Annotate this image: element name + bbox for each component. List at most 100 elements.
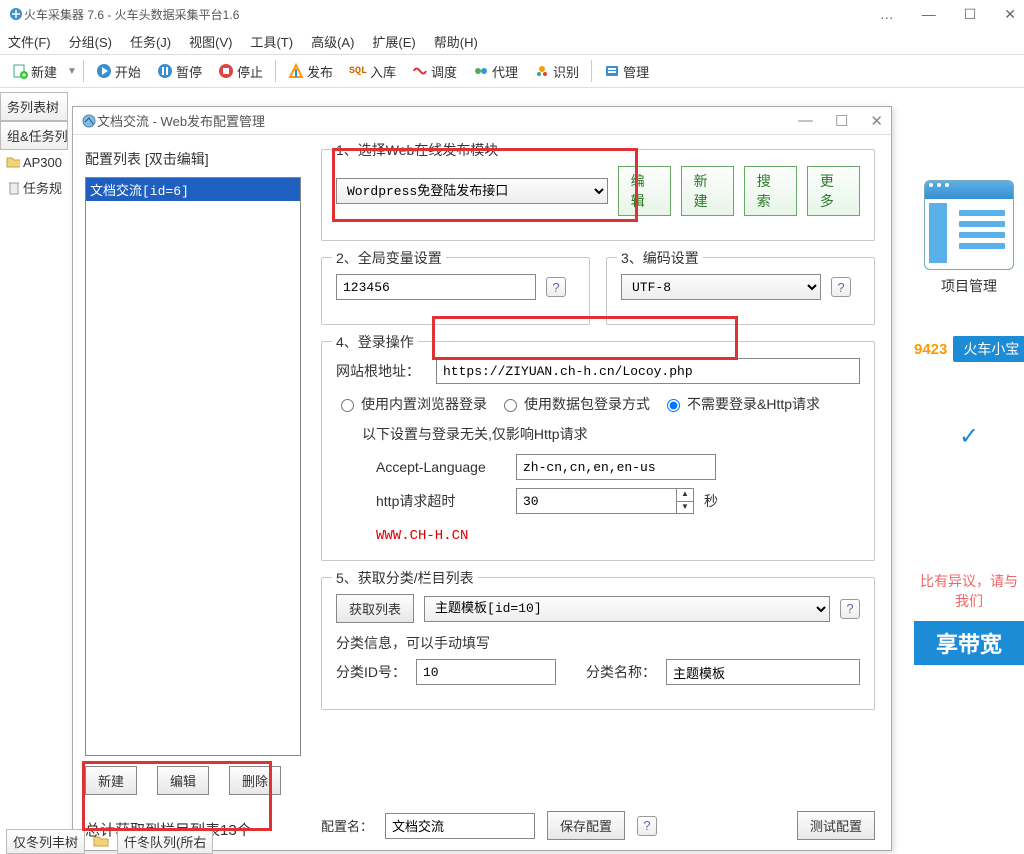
tb-schedule[interactable]: 调度 <box>406 59 463 84</box>
new-icon <box>12 63 28 79</box>
accept-lang-input[interactable] <box>516 454 716 480</box>
left-del-button[interactable]: 删除 <box>229 766 281 795</box>
dialog: 文档交流 - Web发布配置管理 — ☐ ✕ 配置列表 [双击编辑] 文档交流[… <box>72 106 892 851</box>
tb-manage[interactable]: 管理 <box>598 59 655 84</box>
menu-advanced[interactable]: 高级(A) <box>311 32 354 51</box>
dlg-min[interactable]: — <box>798 112 813 130</box>
main-title: 火车采集器 7.6 - 火车头数据采集平台1.6 <box>24 6 239 23</box>
project-card[interactable] <box>914 180 1024 270</box>
cfg-name-label: 配置名： <box>321 816 373 835</box>
cfg-list[interactable]: 文档交流[id=6] <box>85 177 301 756</box>
tb-new[interactable]: 新建 <box>6 59 63 84</box>
minimize-button[interactable]: — <box>922 6 936 23</box>
cfg-name-input[interactable] <box>385 813 535 839</box>
close-button[interactable]: ✕ <box>1004 6 1016 23</box>
help-icon[interactable]: ? <box>637 816 657 836</box>
sql-icon: SQL <box>349 66 367 77</box>
tb-publish[interactable]: 发布 <box>282 59 339 84</box>
red-url: WWW.CH-H.CN <box>376 528 860 544</box>
tb-pause[interactable]: 暂停 <box>151 59 208 84</box>
folder-icon <box>93 833 109 849</box>
test-cfg-button[interactable]: 测试配置 <box>797 811 875 840</box>
side-tab-list[interactable]: 务列表树 <box>0 92 68 121</box>
project-label: 项目管理 <box>914 276 1024 296</box>
login-opt1[interactable]: 使用内置浏览器登录 <box>336 394 487 414</box>
cat-info-label: 分类信息，可以手动填写 <box>336 633 860 653</box>
tb-detect[interactable]: 识别 <box>528 59 585 84</box>
section3-label: 3、编码设置 <box>617 248 703 268</box>
mod-more-button[interactable]: 更多 <box>807 166 860 216</box>
right-panel: 1、选择Web在线发布模块 Wordpress免登陆发布接口 编辑 新建 搜索 … <box>311 135 891 850</box>
side-tab-group[interactable]: 组&任务列 <box>0 121 68 150</box>
cat-name-label: 分类名称： <box>586 662 656 682</box>
root-url-input[interactable] <box>436 358 860 384</box>
help-icon[interactable]: ? <box>546 277 566 297</box>
toolbar: 新建 ▼ 开始 暂停 停止 发布 SQL入库 调度 代理 识别 管理 <box>0 54 1024 88</box>
cat-name-input[interactable] <box>666 659 860 685</box>
side-item-ap300[interactable]: AP300 <box>0 150 68 174</box>
dots-button[interactable]: … <box>880 6 894 23</box>
count-value: 9423 <box>914 341 947 358</box>
cat-id-label: 分类ID号： <box>336 662 406 682</box>
left-edit-button[interactable]: 编辑 <box>157 766 209 795</box>
side-item-taskrule[interactable]: 任务规 <box>0 174 68 201</box>
tb-stop[interactable]: 停止 <box>212 59 269 84</box>
section-globals: 2、全局变量设置 ? <box>321 257 590 325</box>
encoding-select[interactable]: UTF-8 <box>621 274 821 300</box>
dlg-close[interactable]: ✕ <box>870 112 883 130</box>
footer-tab-1[interactable]: 仅冬列丰树 <box>6 829 85 854</box>
sec-label: 秒 <box>704 491 718 511</box>
spin-down[interactable]: ▼ <box>677 502 693 514</box>
save-cfg-button[interactable]: 保存配置 <box>547 811 625 840</box>
section5-label: 5、获取分类/栏目列表 <box>332 568 478 588</box>
help-icon[interactable]: ? <box>831 277 851 297</box>
menu-tool[interactable]: 工具(T) <box>250 32 293 51</box>
dlg-max[interactable]: ☐ <box>835 112 848 130</box>
mod-new-button[interactable]: 新建 <box>681 166 734 216</box>
get-list-button[interactable]: 获取列表 <box>336 594 414 623</box>
cfg-item[interactable]: 文档交流[id=6] <box>86 178 300 201</box>
dialog-title: 文档交流 - Web发布配置管理 <box>97 111 265 130</box>
blue-pill[interactable]: 火车小宝 <box>953 336 1024 362</box>
timeout-input[interactable] <box>516 488 676 514</box>
menu-group[interactable]: 分组(S) <box>69 32 112 51</box>
tb-start[interactable]: 开始 <box>90 59 147 84</box>
root-url-label: 网站根地址： <box>336 361 426 381</box>
menu-file[interactable]: 文件(F) <box>8 32 51 51</box>
mod-search-button[interactable]: 搜索 <box>744 166 797 216</box>
cfg-list-label: 配置列表 [双击编辑] <box>85 149 301 169</box>
global-var-input[interactable] <box>336 274 536 300</box>
dropdown-icon[interactable]: ▼ <box>67 66 77 77</box>
left-panel: 配置列表 [双击编辑] 文档交流[id=6] 新建 编辑 删除 总计获取到栏目列… <box>73 135 311 850</box>
menu-task[interactable]: 任务(J) <box>130 32 171 51</box>
tb-proxy[interactable]: 代理 <box>467 59 524 84</box>
blue-banner[interactable]: 享带宽 <box>914 621 1024 665</box>
dialog-bottom: 配置名： 保存配置 ? 测试配置 <box>321 811 875 840</box>
footer-tab-2[interactable]: 仟冬队列(所右 <box>117 829 213 854</box>
menu-ext[interactable]: 扩展(E) <box>372 32 415 51</box>
cat-id-input[interactable] <box>416 659 556 685</box>
app-icon <box>8 6 24 22</box>
timeout-label: http请求超时 <box>376 491 506 511</box>
tb-import[interactable]: SQL入库 <box>343 59 402 84</box>
help-icon[interactable]: ? <box>840 599 860 619</box>
maximize-button[interactable]: ☐ <box>964 6 977 23</box>
mod-edit-button[interactable]: 编辑 <box>618 166 671 216</box>
menu-view[interactable]: 视图(V) <box>189 32 232 51</box>
menu-help[interactable]: 帮助(H) <box>434 32 478 51</box>
spin-up[interactable]: ▲ <box>677 489 693 502</box>
schedule-icon <box>412 63 428 79</box>
main-titlebar: 火车采集器 7.6 - 火车头数据采集平台1.6 … — ☐ ✕ <box>0 0 1024 28</box>
section1-label: 1、选择Web在线发布模块 <box>332 140 502 160</box>
login-opt2[interactable]: 使用数据包登录方式 <box>499 394 650 414</box>
login-note: 以下设置与登录无关,仅影响Http请求 <box>362 424 860 444</box>
right-column: 项目管理 9423火车小宝 ✓ 比有异议，请与我们 享带宽 <box>914 150 1024 665</box>
login-opt3[interactable]: 不需要登录&Http请求 <box>662 394 820 414</box>
timeout-spinner[interactable]: ▲▼ <box>516 488 694 514</box>
left-new-button[interactable]: 新建 <box>85 766 137 795</box>
sidebar: 务列表树 组&任务列 AP300 任务规 <box>0 92 68 201</box>
stop-icon <box>218 63 234 79</box>
menubar: 文件(F) 分组(S) 任务(J) 视图(V) 工具(T) 高级(A) 扩展(E… <box>0 28 1024 54</box>
module-select[interactable]: Wordpress免登陆发布接口 <box>336 178 608 204</box>
template-select[interactable]: 主题模板[id=10] <box>424 596 830 622</box>
